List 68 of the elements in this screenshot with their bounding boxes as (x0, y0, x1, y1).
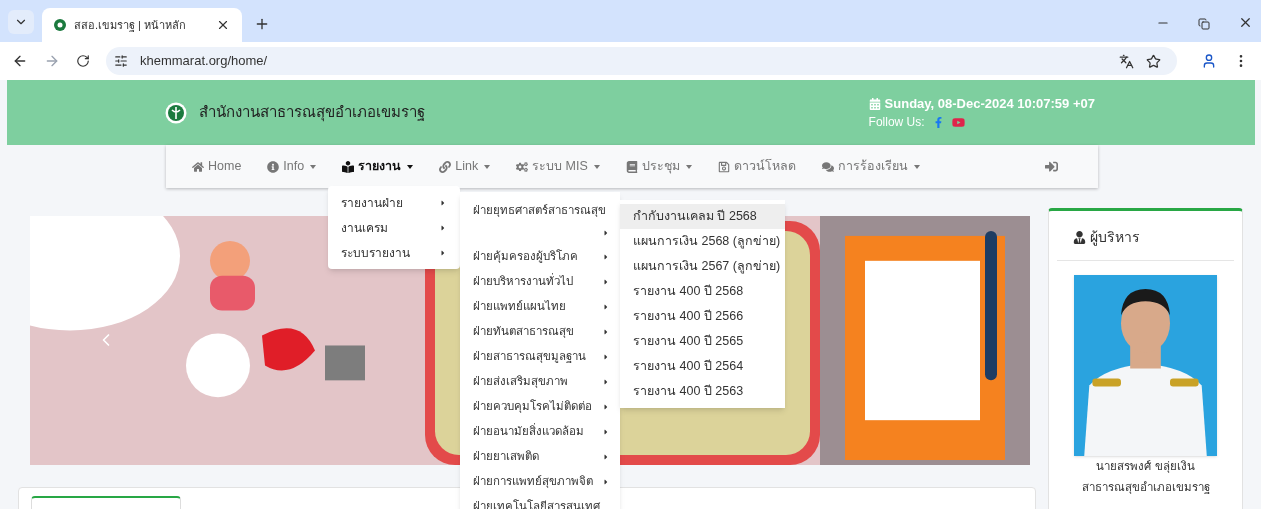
nav-item[interactable]: Info (267, 157, 317, 176)
card-title: ผู้บริหาร (1090, 228, 1140, 248)
user-icon (1073, 231, 1086, 244)
menu-item[interactable]: รายงาน 400 ปี 2566 (620, 304, 785, 329)
tab-list-button[interactable] (8, 10, 34, 34)
address-field[interactable]: khemmarat.org/home/ (106, 47, 1177, 75)
favicon-icon (54, 19, 66, 31)
menu-item[interactable]: ฝ่ายแพทย์แผนไทย (460, 294, 620, 319)
restore-icon[interactable] (1198, 18, 1210, 30)
menu-item[interactable]: ฝ่ายยาเสพติด (460, 444, 620, 469)
nav-icon (439, 160, 452, 173)
site-title: สำนักงานสาธารณสุขอำเภอเขมราฐ (199, 102, 425, 124)
close-window-icon[interactable] (1238, 15, 1253, 30)
menu-item[interactable]: รายงาน 400 ปี 2568 (620, 279, 785, 304)
menu-item[interactable]: แผนการเงิน 2568 (ลูกข่าย) (620, 229, 785, 254)
menu-item[interactable]: ฝ่ายยุทธศาสตร์สาธารณสุข (460, 198, 620, 244)
reload-icon[interactable] (76, 54, 90, 68)
calendar-icon (868, 97, 881, 110)
tab-title: สสอ.เขมราฐ | หน้าหลัก (74, 17, 188, 34)
nav-item[interactable]: รายงาน (342, 157, 414, 176)
bookmark-star-icon[interactable] (1146, 53, 1161, 69)
date-time: Sunday, 08-Dec-2024 10:07:59 +07 (884, 94, 1095, 113)
browser-tab[interactable]: สสอ.เขมราฐ | หน้าหลัก (42, 8, 242, 42)
menu-item[interactable]: แผนการเงิน 2567 (ลูกข่าย) (620, 254, 785, 279)
menu-item[interactable]: ฝ่ายสาธารณสุขมูลฐาน (460, 344, 620, 369)
menu-item[interactable]: ฝ่ายอนามัยสิ่งแวดล้อม (460, 419, 620, 444)
caret-icon (439, 248, 447, 257)
executive-name: นายสรพงศ์ ขลุ่ยเงิน (1095, 459, 1196, 475)
executive-position: สาธารณสุขอำเภอเขมราฐ (1080, 480, 1211, 496)
nav-icon (821, 160, 834, 173)
nav-item[interactable]: Link (439, 157, 491, 176)
nav-item[interactable]: ดาวน์โหลด (717, 157, 796, 176)
menu-item[interactable]: ฝ่ายการแพทย์สุขภาพจิต (460, 469, 620, 494)
menu-item[interactable]: ฝ่ายบริหารงานทั่วไป (460, 269, 620, 294)
follow-label: Follow Us: (868, 114, 925, 132)
translate-icon[interactable] (1119, 53, 1134, 69)
nav-item[interactable]: การร้องเรียน (821, 157, 920, 176)
menu-item[interactable]: กำกับงานเคลม ปี 2568 (620, 204, 785, 229)
nav-icon (625, 160, 638, 173)
menu-item[interactable]: ฝ่ายส่งเสริมสุขภาพ (460, 369, 620, 394)
menu-item[interactable]: ระบบรายงาน (328, 240, 460, 265)
login-icon[interactable] (1045, 160, 1058, 173)
nav-icon (717, 160, 730, 173)
nav-icon (342, 160, 355, 173)
menu-item[interactable]: งานเครม (328, 215, 460, 240)
menu-item[interactable]: ฝ่ายคุ้มครองผู้บริโภค (460, 244, 620, 269)
menu-item[interactable]: รายงานฝ่าย (328, 190, 460, 215)
youtube-icon[interactable] (951, 115, 965, 129)
nav-icon (267, 160, 280, 173)
caret-icon (439, 223, 447, 232)
new-tab-icon[interactable] (254, 16, 270, 32)
nav-item[interactable]: ระบบ MIS (516, 157, 600, 176)
menu-item[interactable]: รายงาน 400 ปี 2564 (620, 354, 785, 379)
menu-item[interactable]: ฝ่ายทันตสาธารณสุข (460, 319, 620, 344)
nav-item[interactable]: ประชุม (625, 157, 692, 176)
url-text: khemmarat.org/home/ (140, 52, 269, 71)
menu-item[interactable]: รายงาน 400 ปี 2565 (620, 329, 785, 354)
logo-icon (165, 101, 187, 124)
nav-icon (192, 160, 204, 173)
back-icon[interactable] (12, 53, 28, 69)
profile-icon[interactable] (1201, 53, 1217, 69)
nav-icon (516, 160, 529, 173)
nav-item[interactable]: Home (192, 157, 242, 176)
caret-icon (439, 198, 447, 207)
close-tab-icon[interactable] (216, 18, 230, 32)
site-settings-icon[interactable] (114, 54, 128, 68)
menu-item[interactable]: รายงาน 400 ปี 2563 (620, 379, 785, 404)
menu-item[interactable]: ฝ่ายควบคุมโรคไม่ติดต่อ (460, 394, 620, 419)
